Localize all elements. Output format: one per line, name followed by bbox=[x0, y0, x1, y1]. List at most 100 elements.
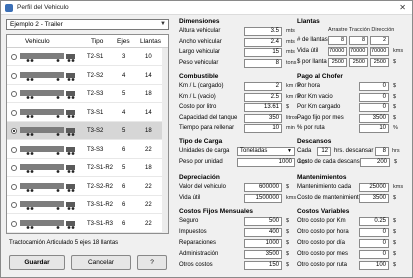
tires-input[interactable]: 2 bbox=[370, 36, 389, 45]
depreciation-input[interactable]: 1500000 bbox=[244, 193, 282, 203]
dimension-input[interactable]: 2.4 bbox=[244, 37, 282, 47]
save-button[interactable]: Guardar bbox=[9, 255, 65, 270]
fixed-cost-input[interactable]: 150 bbox=[244, 261, 282, 270]
tires-input[interactable]: 8 bbox=[349, 36, 368, 45]
table-row[interactable]: T2-S2 4 14 bbox=[7, 67, 168, 85]
fuel-title: Combustible bbox=[179, 73, 219, 80]
maintenance-unit: $ bbox=[393, 194, 397, 201]
table-header: Vehiculo Tipo Ejes Llantas bbox=[7, 35, 168, 48]
fixed-cost-unit: $ bbox=[286, 229, 290, 235]
fixed-cost-input[interactable]: 1000 bbox=[244, 239, 282, 248]
maintenance-label: Costo de mantenimiento bbox=[297, 194, 363, 201]
table-row[interactable]: T3-S1-R3 6 22 bbox=[7, 215, 168, 233]
tires-input[interactable]: 2500 bbox=[328, 58, 347, 67]
row-radio[interactable] bbox=[11, 72, 17, 79]
driver-pay-input[interactable]: 10 bbox=[359, 124, 389, 133]
tires-row-label: $ por llanta bbox=[297, 59, 327, 65]
fuel-input[interactable]: 2 bbox=[244, 82, 282, 91]
table-scrollbar[interactable] bbox=[162, 48, 168, 233]
driver-pay-input[interactable]: 0 bbox=[359, 92, 389, 102]
dimension-input[interactable]: 8 bbox=[244, 58, 282, 68]
window-title: Perfil del Vehiculo bbox=[17, 4, 69, 11]
truck-icon bbox=[20, 182, 75, 192]
row-radio[interactable] bbox=[11, 220, 17, 227]
fixed-costs-title: Costos Fijos Mensuales bbox=[179, 208, 254, 215]
dimension-input[interactable]: 3.5 bbox=[244, 27, 282, 36]
depreciation-input[interactable]: 600000 bbox=[244, 183, 282, 192]
vehicle-profile-window: Perfil del Vehiculo ✕ Ejemplo 2 - Traile… bbox=[0, 0, 413, 278]
driver-pay-input[interactable]: 0 bbox=[359, 103, 389, 112]
row-tires: 22 bbox=[145, 183, 152, 190]
driver-pay-input[interactable]: 0 bbox=[359, 82, 389, 91]
variable-cost-unit: $ bbox=[393, 229, 397, 235]
close-icon[interactable]: ✕ bbox=[399, 3, 406, 12]
rest-duration-input[interactable]: 8 bbox=[375, 147, 389, 156]
truck-icon bbox=[20, 201, 75, 210]
variable-cost-input[interactable]: 0.25 bbox=[359, 217, 389, 226]
table-row[interactable]: T3-S1 4 14 bbox=[7, 104, 168, 122]
dimensions-title: Dimensiones bbox=[179, 18, 220, 25]
fuel-input[interactable]: 2.5 bbox=[244, 92, 282, 102]
fixed-cost-label: Impuestos bbox=[179, 229, 207, 235]
fuel-input[interactable]: 13.61 bbox=[244, 103, 282, 112]
tires-input[interactable]: 8 bbox=[328, 36, 347, 45]
row-radio[interactable] bbox=[11, 202, 17, 208]
tires-input[interactable]: 70000 bbox=[370, 47, 389, 56]
fixed-cost-unit: $ bbox=[286, 262, 290, 268]
variable-cost-input[interactable]: 0 bbox=[359, 239, 389, 248]
depreciation-title: Depreciación bbox=[179, 174, 220, 181]
fuel-input[interactable]: 10 bbox=[244, 124, 282, 133]
truck-icon bbox=[20, 90, 75, 99]
cancel-button[interactable]: Cancelar bbox=[71, 255, 131, 270]
maintenance-label: Mantenimiento cada bbox=[297, 184, 352, 190]
rest-cost-input[interactable]: 200 bbox=[360, 158, 390, 167]
cargo-weight-input[interactable]: 1000 bbox=[237, 158, 295, 167]
tires-unit: $ bbox=[393, 59, 397, 65]
row-radio[interactable] bbox=[11, 91, 17, 97]
fixed-cost-input[interactable]: 400 bbox=[244, 228, 282, 237]
table-row[interactable]: T2-S2-R2 6 22 bbox=[7, 178, 168, 196]
help-button[interactable]: ? bbox=[137, 255, 167, 270]
cargo-unit-select[interactable]: Toneladas ▼ bbox=[237, 147, 295, 156]
table-row[interactable]: T3-S2 5 18 bbox=[7, 122, 168, 140]
maintenance-input[interactable]: 3500 bbox=[359, 193, 389, 203]
fuel-input[interactable]: 350 bbox=[244, 113, 282, 123]
row-radio[interactable] bbox=[11, 54, 17, 60]
profile-selector[interactable]: Ejemplo 2 - Trailer ▼ bbox=[6, 19, 169, 30]
maintenance-input[interactable]: 25000 bbox=[359, 183, 389, 192]
row-tires: 18 bbox=[145, 128, 152, 134]
fixed-cost-input[interactable]: 3500 bbox=[244, 250, 282, 259]
driver-pay-input[interactable]: 3500 bbox=[359, 113, 389, 123]
table-row[interactable]: T2-S1-R2 5 18 bbox=[7, 159, 168, 177]
chevron-down-icon: ▼ bbox=[160, 21, 166, 27]
row-radio[interactable] bbox=[11, 146, 17, 153]
row-type: T2-S1 bbox=[87, 54, 104, 60]
tires-input[interactable]: 70000 bbox=[328, 47, 347, 56]
variable-cost-input[interactable]: 100 bbox=[359, 261, 389, 270]
table-row[interactable]: T3-S3 6 22 bbox=[7, 141, 168, 159]
row-tires: 22 bbox=[145, 220, 152, 227]
row-type: T3-S1-R3 bbox=[87, 220, 114, 227]
row-tires: 10 bbox=[145, 54, 152, 60]
table-row[interactable]: T3-S1-R2 6 22 bbox=[7, 196, 168, 214]
table-row[interactable]: T2-S1 3 10 bbox=[7, 48, 168, 66]
rest-cost-unit: $ bbox=[394, 159, 398, 165]
tires-input[interactable]: 2500 bbox=[370, 58, 389, 67]
row-radio[interactable] bbox=[11, 165, 17, 171]
variable-cost-input[interactable]: 0 bbox=[359, 228, 389, 237]
row-tires: 22 bbox=[145, 146, 152, 153]
fixed-cost-input[interactable]: 500 bbox=[244, 217, 282, 226]
row-radio[interactable] bbox=[11, 183, 17, 190]
row-radio[interactable] bbox=[11, 128, 17, 134]
row-axles: 6 bbox=[122, 146, 126, 153]
table-row[interactable]: T2-S3 5 18 bbox=[7, 85, 168, 103]
tires-input[interactable]: 2500 bbox=[349, 58, 368, 67]
rest-every-input[interactable]: 12 bbox=[317, 147, 331, 156]
row-radio[interactable] bbox=[11, 109, 17, 116]
variable-cost-input[interactable]: 0 bbox=[359, 250, 389, 259]
rest-cost-label: Costo de cada descanso bbox=[297, 159, 364, 165]
dimension-label: Altura vehicular bbox=[179, 28, 221, 34]
dimension-input[interactable]: 15 bbox=[244, 48, 282, 57]
tires-input[interactable]: 70000 bbox=[349, 47, 368, 56]
fixed-cost-unit: $ bbox=[286, 251, 290, 257]
